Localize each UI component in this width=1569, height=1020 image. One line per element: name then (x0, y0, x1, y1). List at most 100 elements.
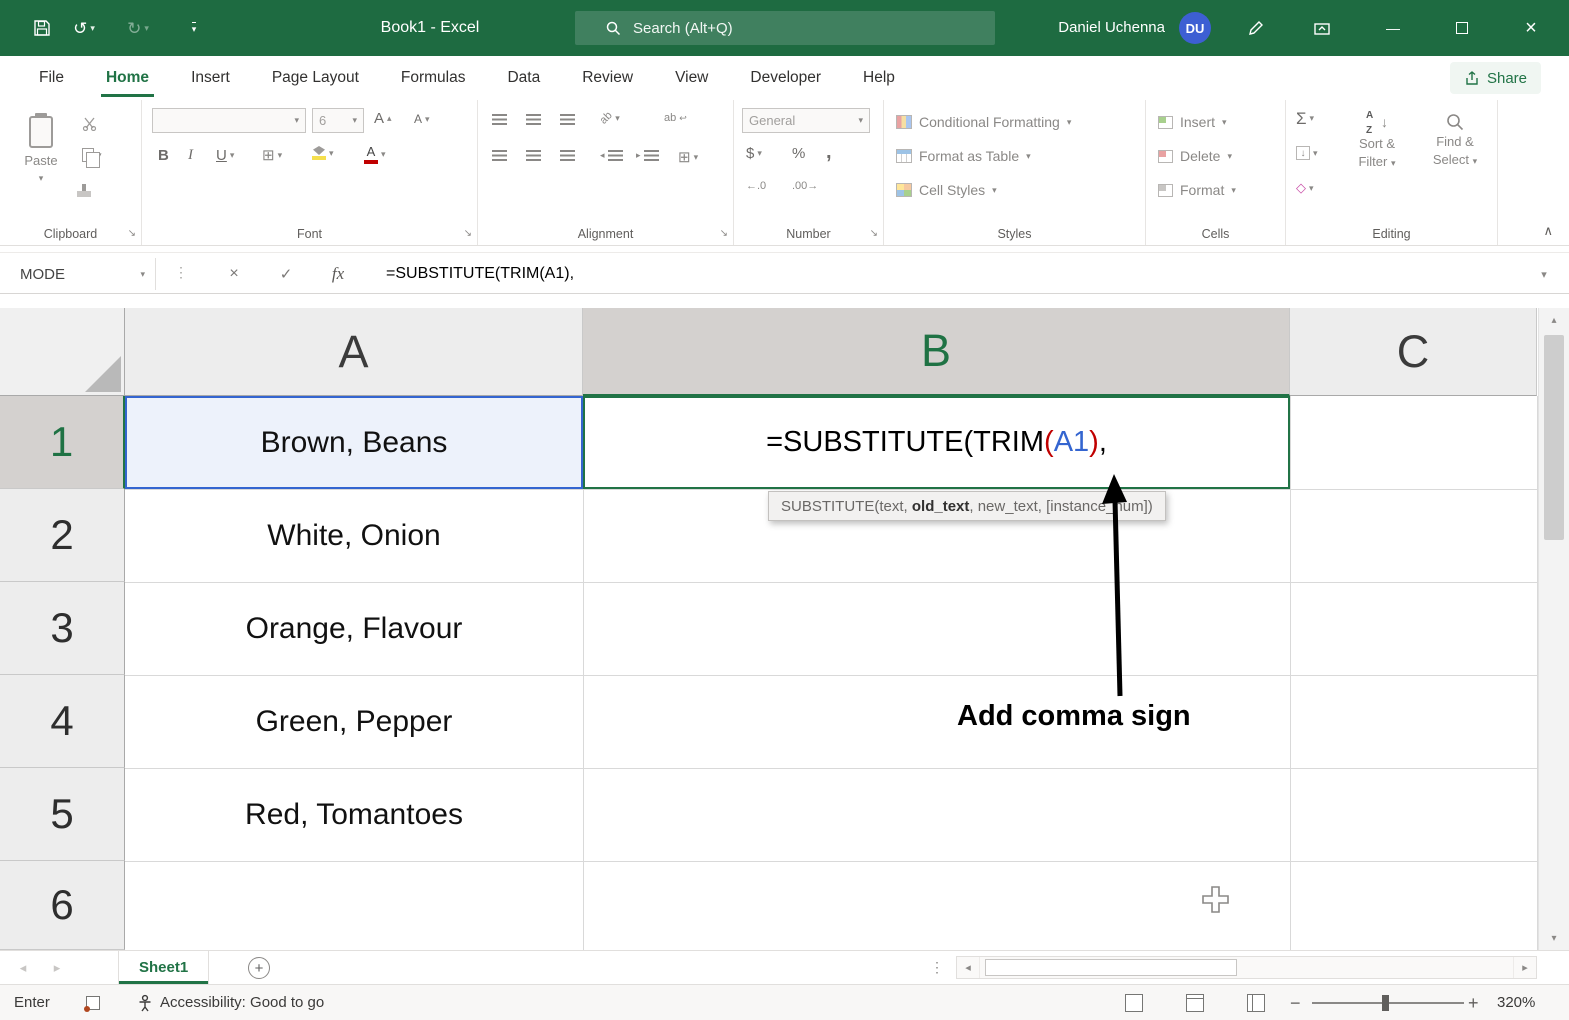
collapse-ribbon-button[interactable]: ∧ (1543, 223, 1553, 239)
save-button[interactable] (20, 0, 64, 56)
align-right-button[interactable] (560, 150, 575, 161)
scroll-down-button[interactable]: ▾ (1539, 926, 1569, 950)
tab-file[interactable]: File (18, 56, 85, 100)
minimize-button[interactable]: — (1371, 0, 1415, 56)
tab-developer[interactable]: Developer (729, 56, 842, 100)
paste-button[interactable]: Paste ▾ (12, 108, 70, 220)
sheet-nav-right[interactable]: ▸ (44, 951, 70, 985)
row-header-3[interactable]: 3 (0, 582, 125, 675)
middle-align-button[interactable] (526, 114, 541, 125)
alignment-dialog-launcher[interactable]: ↘ (720, 228, 728, 239)
tab-home[interactable]: Home (85, 56, 170, 100)
number-dialog-launcher[interactable]: ↘ (870, 228, 878, 239)
insert-cells-button[interactable]: Insert ▾ (1158, 110, 1227, 134)
page-break-view-button[interactable] (1247, 994, 1265, 1012)
cell-a4[interactable]: Green, Pepper (125, 675, 583, 768)
name-box[interactable]: MODE ▾ (10, 258, 156, 290)
zoom-out-button[interactable]: − (1290, 985, 1301, 1020)
orientation-button[interactable]: ab▾ (600, 112, 620, 124)
enter-button[interactable]: ✓ (268, 258, 304, 290)
tab-view[interactable]: View (654, 56, 729, 100)
decrease-indent-button[interactable]: ◂ (600, 150, 623, 161)
row-header-1[interactable]: 1 (0, 396, 125, 489)
select-all-corner[interactable] (0, 308, 125, 396)
fill-button[interactable]: ↓▾ (1296, 146, 1318, 160)
expand-formula-bar-button[interactable]: ▾ (1526, 258, 1562, 290)
cell-a1[interactable]: Brown, Beans (125, 396, 583, 489)
top-align-button[interactable] (492, 114, 507, 125)
cell-a5[interactable]: Red, Tomantoes (125, 768, 583, 861)
find-select-button[interactable]: Find & Select ▾ (1418, 108, 1492, 169)
undo-button[interactable]: ↺▾ (62, 0, 106, 56)
cell-styles-button[interactable]: Cell Styles ▾ (896, 178, 997, 202)
tab-data[interactable]: Data (486, 56, 561, 100)
horizontal-scrollbar[interactable]: ◂ ▸ (956, 956, 1537, 979)
scroll-right-button[interactable]: ▸ (1513, 957, 1536, 978)
font-name-select[interactable]: ▾ (152, 108, 306, 133)
macro-record-icon[interactable] (86, 996, 100, 1010)
format-painter-button[interactable] (82, 184, 86, 197)
page-layout-view-button[interactable] (1186, 994, 1204, 1012)
cell-a2[interactable]: White, Onion (125, 489, 583, 582)
increase-font-size-button[interactable]: A▴ (374, 111, 392, 126)
italic-button[interactable]: I (188, 148, 193, 163)
tab-formulas[interactable]: Formulas (380, 56, 487, 100)
comma-style-button[interactable]: , (826, 142, 832, 162)
underline-button[interactable]: U▾ (216, 148, 234, 163)
customize-quick-access-button[interactable]: ▾ (172, 0, 216, 56)
percent-style-button[interactable]: % (792, 146, 805, 161)
zoom-slider-thumb[interactable] (1382, 995, 1389, 1011)
column-header-c[interactable]: C (1290, 308, 1537, 396)
accessibility-status[interactable]: Accessibility: Good to go (160, 985, 324, 1020)
conditional-formatting-button[interactable]: Conditional Formatting ▾ (896, 110, 1071, 134)
tab-bar-splitter[interactable]: ⋮ (930, 959, 944, 976)
redo-button[interactable]: ↻▾ (116, 0, 160, 56)
tab-help[interactable]: Help (842, 56, 916, 100)
tab-insert[interactable]: Insert (170, 56, 251, 100)
cell-b1-active-edit[interactable]: =SUBSTITUTE(TRIM(A1), (583, 396, 1290, 489)
borders-button[interactable]: ⊞▾ (262, 148, 282, 163)
decrease-font-size-button[interactable]: A▾ (414, 113, 430, 125)
autosum-button[interactable]: Σ▾ (1296, 110, 1314, 127)
close-button[interactable]: × (1509, 0, 1553, 56)
formula-input[interactable]: =SUBSTITUTE(TRIM(A1), (386, 258, 574, 290)
column-header-a[interactable]: A (125, 308, 583, 396)
fill-color-button[interactable]: ▾ (312, 146, 334, 160)
scroll-up-button[interactable]: ▴ (1539, 308, 1569, 332)
align-center-button[interactable] (526, 150, 541, 161)
copy-button[interactable]: ▾ (82, 148, 102, 162)
align-left-button[interactable] (492, 150, 507, 161)
font-color-button[interactable]: A▾ (364, 144, 386, 164)
format-as-table-button[interactable]: Format as Table ▾ (896, 144, 1031, 168)
bold-button[interactable]: B (158, 148, 169, 163)
user-name[interactable]: Daniel Uchenna (1058, 0, 1165, 56)
avatar[interactable]: DU (1179, 12, 1211, 44)
cut-button[interactable] (82, 116, 97, 131)
insert-function-button[interactable]: fx (320, 258, 356, 290)
row-header-2[interactable]: 2 (0, 489, 125, 582)
sheet-tab-sheet1[interactable]: Sheet1 (118, 951, 209, 984)
row-header-4[interactable]: 4 (0, 675, 125, 768)
clear-button[interactable]: ◇▾ (1296, 180, 1314, 196)
row-header-6[interactable]: 6 (0, 861, 125, 950)
cell-a3[interactable]: Orange, Flavour (125, 582, 583, 675)
column-header-b[interactable]: B (583, 308, 1290, 396)
number-format-select[interactable]: General▾ (742, 108, 870, 133)
decrease-decimal-button[interactable]: .00→ (792, 180, 818, 192)
row-header-5[interactable]: 5 (0, 768, 125, 861)
wrap-text-button[interactable]: ab↩ (664, 112, 687, 124)
merge-center-button[interactable]: ⊞▾ (678, 150, 698, 165)
clipboard-dialog-launcher[interactable]: ↘ (128, 228, 136, 239)
tab-page-layout[interactable]: Page Layout (251, 56, 380, 100)
new-sheet-button[interactable]: + (248, 957, 270, 979)
tab-review[interactable]: Review (561, 56, 654, 100)
font-dialog-launcher[interactable]: ↘ (464, 228, 472, 239)
cancel-button[interactable]: × (216, 258, 252, 290)
sheet-nav-left[interactable]: ◂ (10, 951, 36, 985)
maximize-button[interactable] (1440, 0, 1484, 56)
ribbon-display-options-button[interactable] (1300, 0, 1344, 56)
formula-bar-resize-handle[interactable]: ⋮ (174, 264, 188, 281)
increase-indent-button[interactable]: ▸ (636, 150, 659, 161)
vertical-scrollbar[interactable]: ▴ ▾ (1538, 308, 1569, 950)
normal-view-button[interactable] (1125, 994, 1143, 1012)
